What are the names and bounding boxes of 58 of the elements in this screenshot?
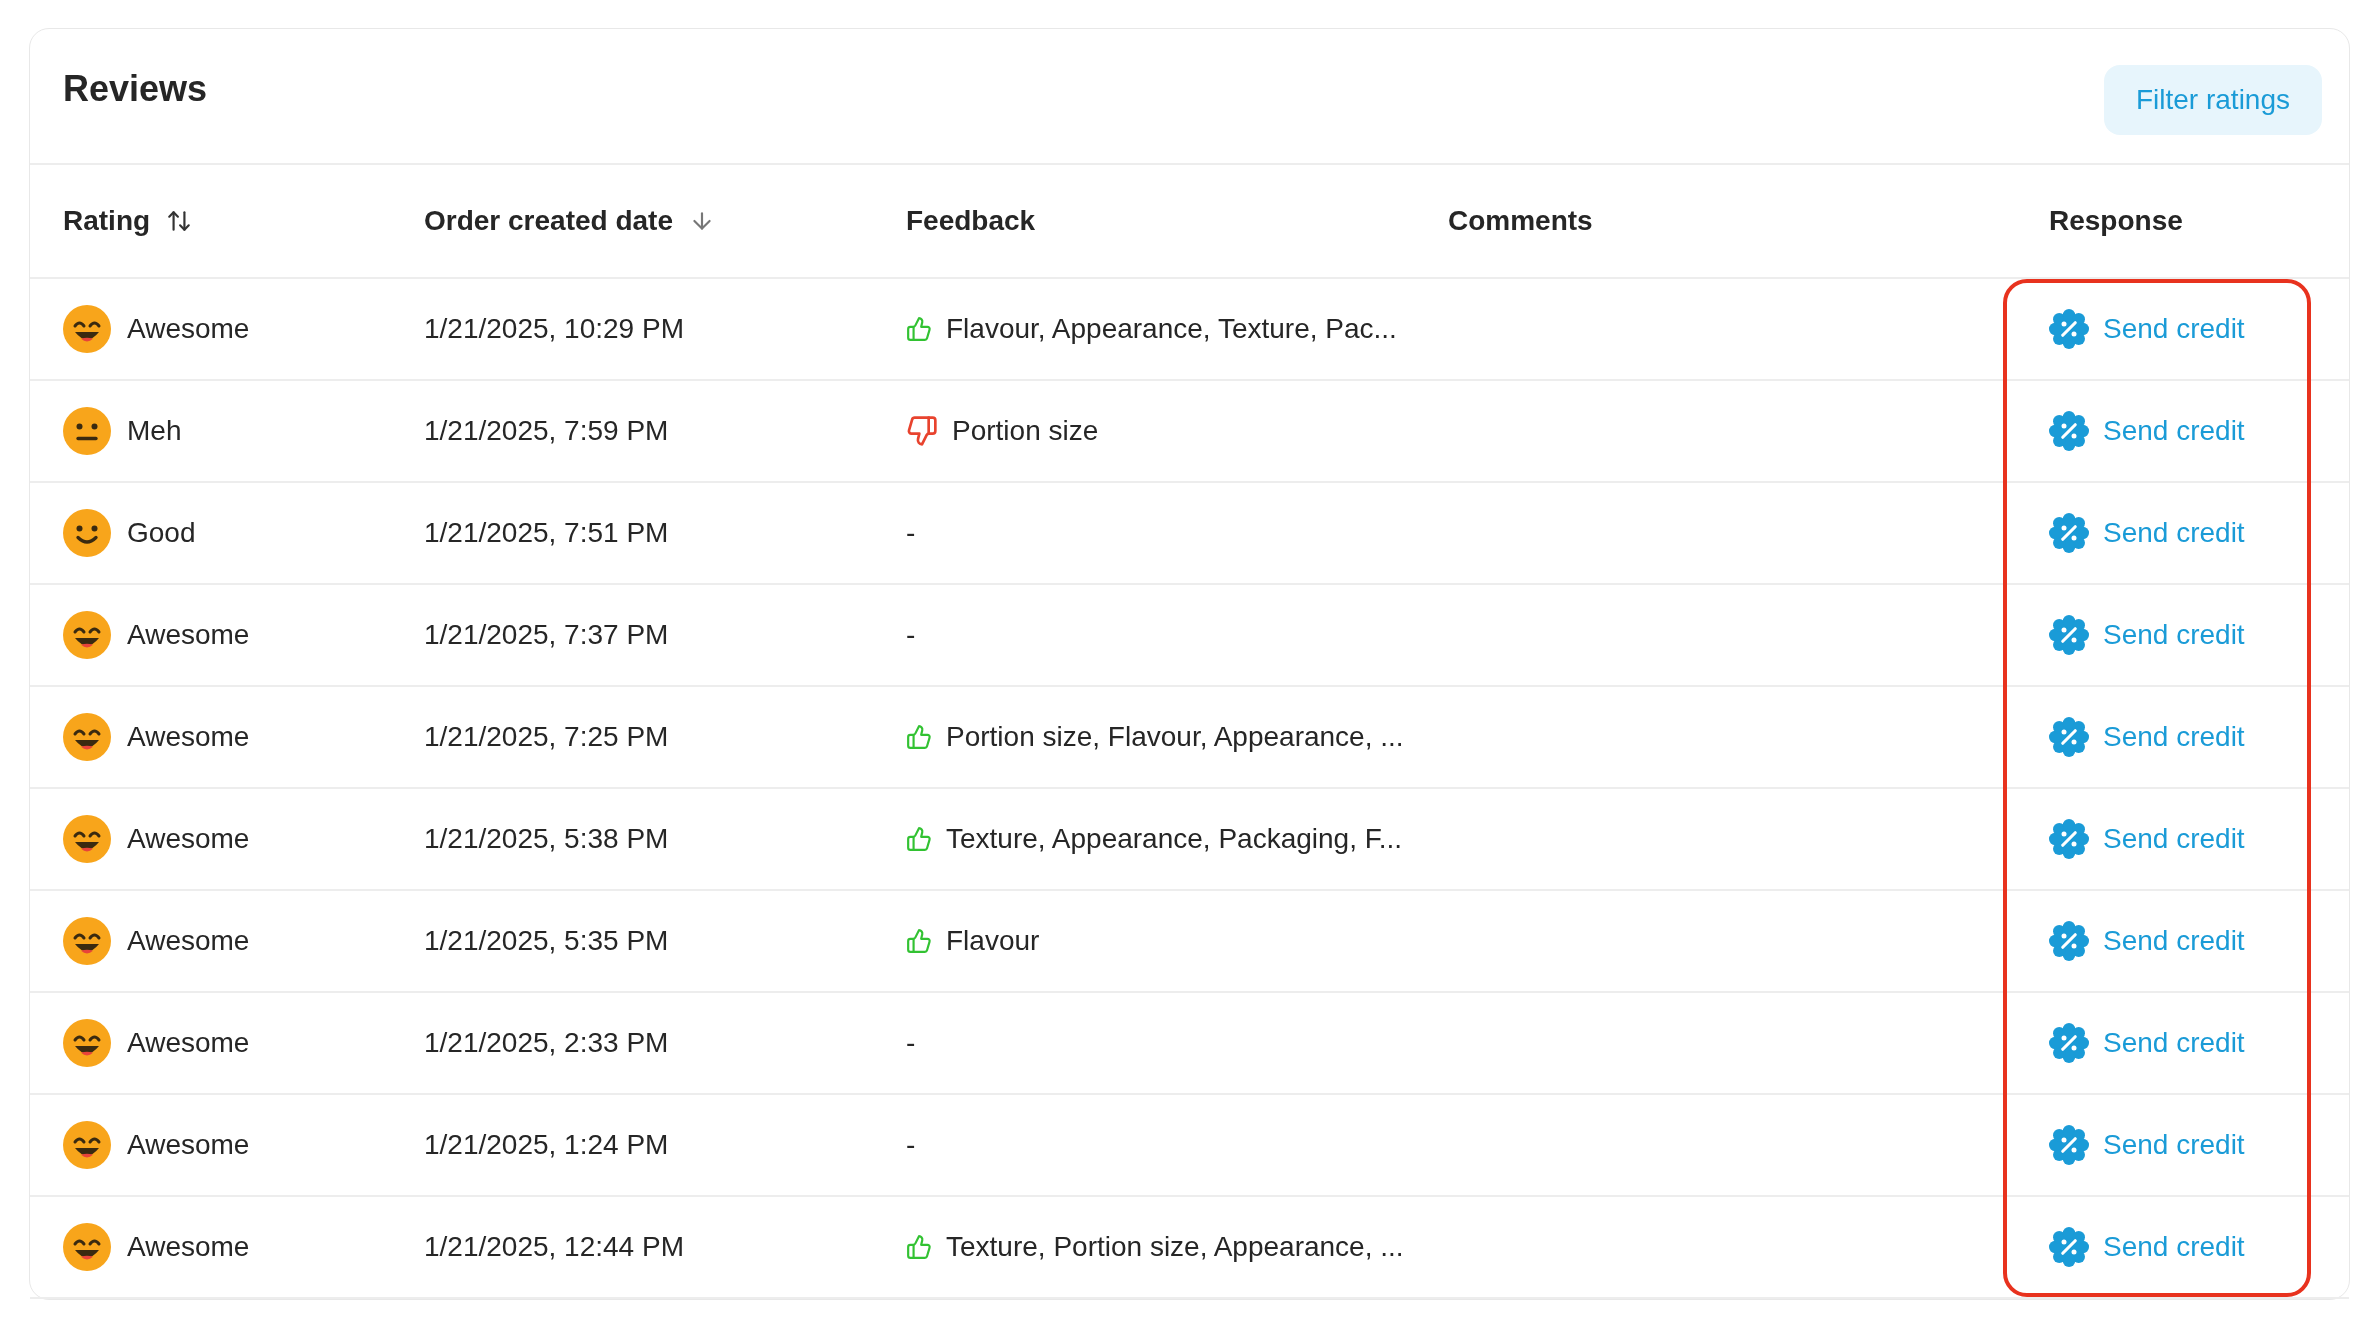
column-header: Rating [63, 204, 151, 238]
percent-badge-icon [2049, 615, 2089, 655]
percent-badge-icon [2049, 411, 2089, 451]
order-date: 1/21/2025, 7:37 PM [424, 618, 670, 652]
percent-badge-icon [2049, 819, 2089, 859]
order-date: 1/21/2025, 7:51 PM [424, 516, 670, 550]
percent-badge-icon [2049, 1227, 2089, 1267]
rating-label: Awesome [127, 1026, 250, 1060]
rating-label: Awesome [127, 720, 250, 754]
order-date: 1/21/2025, 7:59 PM [424, 414, 670, 448]
rating-label: Awesome [127, 618, 250, 652]
order-date: 1/21/2025, 1:24 PM [424, 1128, 670, 1162]
feedback-text: Texture, Portion size, Appearance, ... [946, 1230, 1404, 1264]
order-date: 1/21/2025, 5:35 PM [424, 924, 670, 958]
send-credit-link[interactable]: Send credit [2049, 614, 2245, 656]
rating-label: Awesome [127, 312, 250, 346]
filter-ratings-button[interactable]: Filter ratings [2103, 65, 2322, 135]
order-date: 1/21/2025, 10:29 PM [424, 312, 685, 346]
order-date: 1/21/2025, 12:44 PM [424, 1230, 685, 1264]
rating-label: Awesome [127, 924, 250, 958]
send-credit-link[interactable]: Send credit [2049, 308, 2245, 350]
send-credit-link[interactable]: Send credit [2049, 1022, 2245, 1064]
sort-icon[interactable] [166, 208, 193, 234]
send-credit-link[interactable]: Send credit [2049, 1226, 2245, 1268]
send-credit-link[interactable]: Send credit [2049, 1124, 2245, 1166]
feedback-text: - [906, 516, 916, 550]
percent-badge-icon [2049, 309, 2089, 349]
feedback-text: - [906, 1128, 916, 1162]
feedback-text: Portion size, Flavour, Appearance, ... [946, 720, 1404, 754]
percent-badge-icon [2049, 513, 2089, 553]
feedback-text: Flavour [946, 924, 1040, 958]
feedback-text: Flavour, Appearance, Texture, Pac... [946, 312, 1397, 346]
order-date: 1/21/2025, 7:25 PM [424, 720, 670, 754]
send-credit-link[interactable]: Send credit [2049, 716, 2245, 758]
rating-label: Awesome [127, 822, 250, 856]
rating-label: Awesome [127, 1230, 250, 1264]
feedback-text: Texture, Appearance, Packaging, F... [946, 822, 1403, 856]
percent-badge-icon [2049, 1125, 2089, 1165]
send-credit-link[interactable]: Send credit [2049, 818, 2245, 860]
feedback-text: Portion size [952, 414, 1099, 448]
send-credit-link[interactable]: Send credit [2049, 512, 2245, 554]
percent-badge-icon [2049, 921, 2089, 961]
column-header: Comments [1448, 204, 1593, 238]
rating-label: Meh [127, 414, 182, 448]
send-credit-link[interactable]: Send credit [2049, 920, 2245, 962]
percent-badge-icon [2049, 1023, 2089, 1063]
order-date: 1/21/2025, 2:33 PM [424, 1026, 670, 1060]
send-credit-link[interactable]: Send credit [2049, 410, 2245, 452]
order-date: 1/21/2025, 5:38 PM [424, 822, 670, 856]
feedback-text: - [906, 1026, 916, 1060]
column-header: Feedback [906, 204, 1036, 238]
column-header: Response [2049, 204, 2183, 238]
feedback-text: - [906, 618, 916, 652]
column-header: Order created date [424, 204, 673, 238]
card-title: Reviews [63, 67, 208, 111]
percent-badge-icon [2049, 717, 2089, 757]
rating-label: Good [127, 516, 196, 550]
rating-label: Awesome [127, 1128, 250, 1162]
